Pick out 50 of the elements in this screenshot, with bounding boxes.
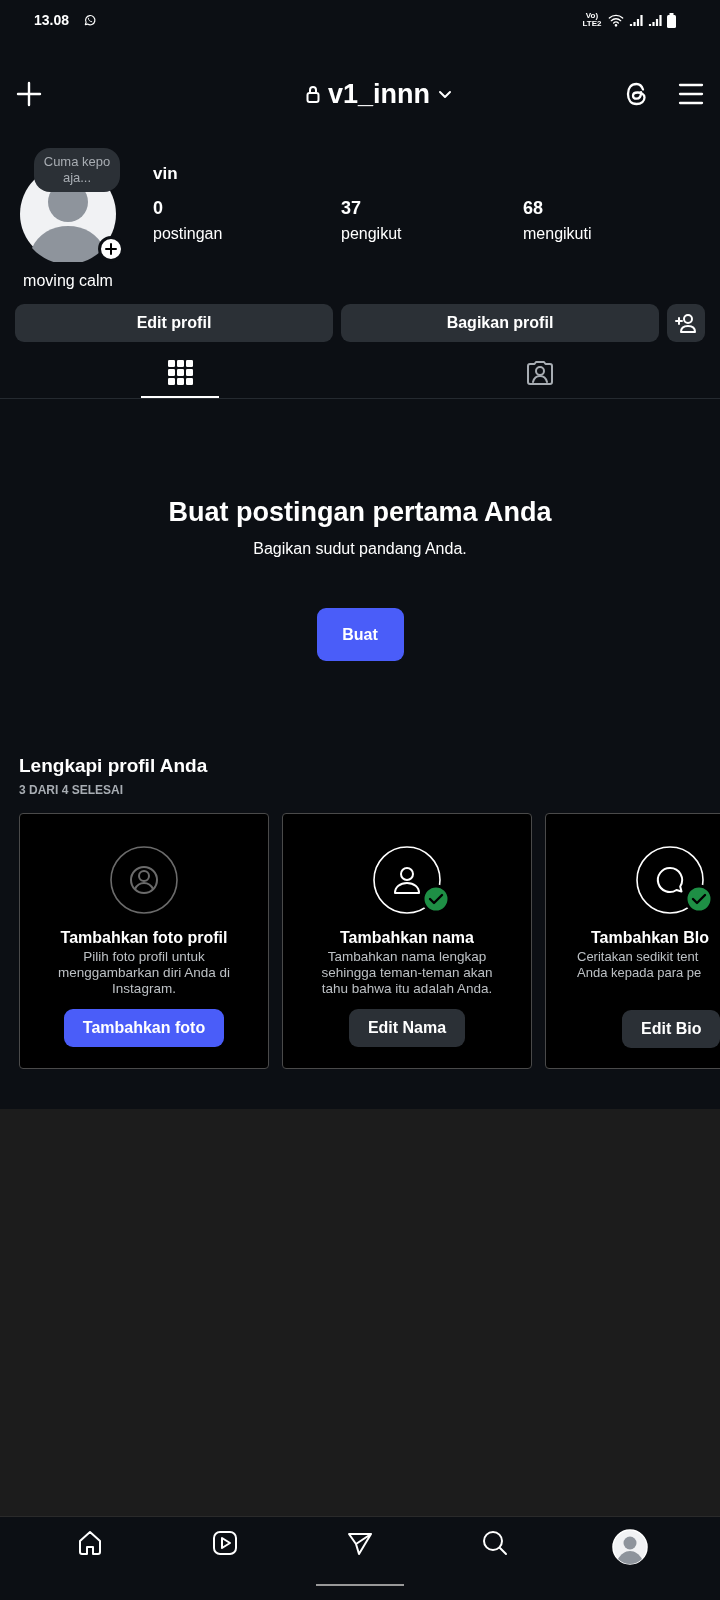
grid-icon [167,359,193,385]
empty-title: Buat postingan pertama Anda [168,497,552,528]
play-icon[interactable] [210,1529,239,1557]
plus-icon[interactable] [16,81,42,107]
add-person-button[interactable] [667,304,705,342]
profile-photo-icon [110,846,178,914]
card-description: Tambahkan nama lengkap sehingga teman-teman akan tahu bahwa itu adalah Anda. [320,949,494,997]
add-person-icon [675,313,697,333]
add-icon[interactable] [98,236,124,262]
chat-icon [83,13,98,27]
card-button[interactable]: Tambahkan foto [63,1009,225,1047]
note-tooltip[interactable]: Cuma kepo aja... [34,148,120,192]
section-title: Lengkapi profil Anda [19,755,209,777]
signal-icon [629,13,643,27]
search-icon[interactable] [481,1529,510,1557]
progress-text: 3 DARI 4 SELESAI [19,783,125,797]
profile-name: vin [153,164,179,184]
person-icon [373,846,441,914]
card-description: Ceritakan sedikit tent [577,949,700,965]
signal-icon [648,13,662,27]
stat-label[interactable]: mengikuti [523,225,711,243]
chevron-down-icon[interactable] [438,89,452,99]
avatar-icon[interactable] [612,1529,649,1565]
battery-icon [667,12,676,28]
person-tag-icon [526,358,554,386]
create-button[interactable]: Buat [316,608,404,661]
empty-subtitle: Bagikan sudut pandang Anda. [253,540,467,558]
wifi-icon [608,13,624,27]
stat-label[interactable]: postingan [153,225,341,243]
stat-value[interactable]: 68 [523,198,711,219]
card-button[interactable]: Edit Bio [622,1010,720,1048]
card-title: Tambahkan Blo [591,929,709,947]
check-icon [684,884,714,914]
stat-label[interactable]: pengikut [341,225,523,243]
menu-icon[interactable] [678,82,704,106]
stat-value[interactable]: 37 [341,198,523,219]
profile-button[interactable]: Bagikan profil [341,304,659,342]
username[interactable]: v1_innn [328,78,430,110]
speech-bubble-icon [636,846,704,914]
card-title: Tambahkan nama [340,929,474,947]
check-icon [421,884,451,914]
card-title: Tambahkan foto profil [60,929,228,947]
profile-button[interactable]: Edit profil [15,304,333,342]
bio-text: moving calm [23,272,113,290]
card-description: Pilih foto profil untuk menggambarkan diri Anda di Instagram. [57,949,231,997]
status-time: 13.08 [34,12,70,28]
card-button[interactable]: Edit Nama [348,1009,466,1047]
network-label: Vo) LTE2 [581,12,603,28]
card-description: Anda kepada para pe [577,965,702,981]
stat-value[interactable]: 0 [153,198,341,219]
